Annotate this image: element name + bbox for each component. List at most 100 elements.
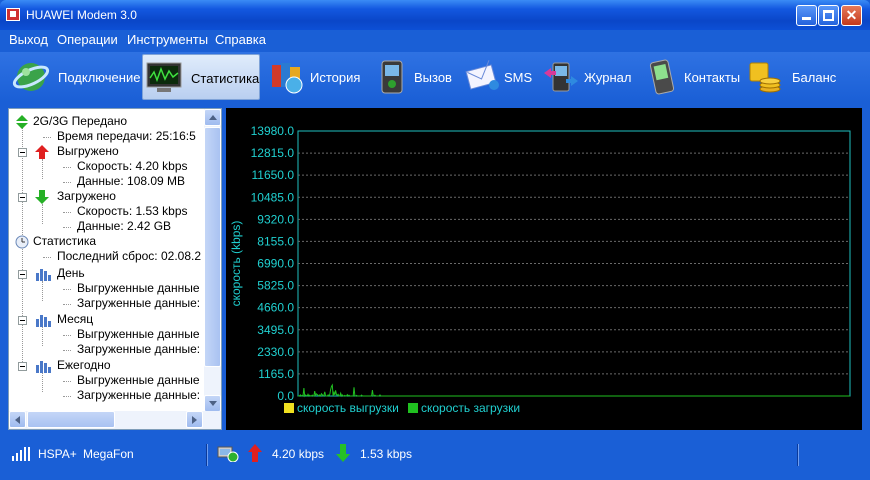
connection-status-icon: [217, 446, 239, 462]
tool-balance-label: Баланс: [792, 70, 837, 85]
scroll-up-arrow-icon[interactable]: [204, 109, 221, 126]
toolbar: Подключение Статистика История Вызов SMS…: [0, 52, 870, 102]
tree-node-down-data: Данные: 2.42 GB: [77, 219, 171, 234]
minimize-button[interactable]: [796, 5, 817, 26]
statistics-monitor-icon: [146, 62, 182, 92]
tool-history-label: История: [310, 70, 361, 85]
tree-label-down-speed: Скорость: 1.53 kbps: [77, 204, 188, 218]
tree-label-day: День: [57, 266, 85, 280]
menu-operations[interactable]: Операции: [57, 32, 118, 47]
tool-log-label: Журнал: [584, 70, 632, 85]
tree-expander-month[interactable]: [18, 316, 27, 325]
menu-bar: Выход Операции Инструменты Справка: [0, 30, 870, 50]
tree-label-downloaded: Загружено: [57, 189, 116, 203]
tree-node-day-up: Выгруженные данные: [77, 281, 200, 296]
y-tick-label: 6990.0: [257, 257, 294, 271]
tree-expander-uploaded[interactable]: [18, 148, 27, 157]
log-phone-arrows-icon: [544, 62, 578, 92]
tree-node-up-speed: Скорость: 4.20 kbps: [77, 159, 188, 174]
tree-expander-yearly[interactable]: [18, 362, 27, 371]
tree-node-month-up: Выгруженные данные: [77, 327, 200, 342]
menu-exit[interactable]: Выход: [9, 32, 48, 47]
tree-node-up-data: Данные: 108.09 MB: [77, 174, 185, 189]
tool-history[interactable]: История: [266, 54, 366, 100]
close-button[interactable]: ✕: [841, 5, 862, 26]
tree-label-up-data: Данные: 108.09 MB: [77, 174, 186, 188]
download-arrow-icon: [336, 444, 350, 462]
tree-node-day-down: Загруженные данные:: [77, 296, 200, 311]
bar-chart-icon: [36, 315, 51, 327]
tool-statistics[interactable]: Статистика: [142, 54, 260, 100]
speed-chart-panel: 13980.0 12815.0 11650.0 10485.0 9320.0 8155.0…: [226, 108, 862, 430]
history-books-icon: [272, 63, 303, 94]
tree-node-year-down: Загруженные данные:: [77, 388, 200, 403]
up-down-arrows-icon: [16, 115, 28, 129]
legend-label: скорость загрузки: [421, 401, 520, 415]
y-tick-label: 4660.0: [257, 301, 294, 315]
status-separator: [206, 444, 208, 466]
tree-node-last-reset: Последний сброс: 02.08.2: [57, 249, 201, 264]
statistics-tree-panel: 2G/3G Передано Время передачи: 25:16:5 В…: [8, 108, 222, 430]
bar-chart-icon: [36, 361, 51, 373]
tree-expander-day[interactable]: [18, 270, 27, 279]
y-tick-label: 9320.0: [257, 212, 294, 226]
signal-strength-icon: [12, 447, 30, 461]
tree-label-day-down: Загруженные данные:: [77, 296, 201, 310]
scroll-right-arrow-icon[interactable]: [186, 411, 203, 428]
tree-expander-downloaded[interactable]: [18, 193, 27, 202]
minimize-icon: [802, 17, 811, 20]
upload-arrow-icon: [248, 444, 262, 462]
scroll-left-arrow-icon[interactable]: [9, 411, 26, 428]
horizontal-scroll-thumb[interactable]: [27, 411, 115, 428]
maximize-button[interactable]: [818, 5, 839, 26]
tool-sms-label: SMS: [504, 70, 533, 85]
y-axis-label: скорость (kbps): [229, 221, 243, 307]
tree-label-time: Время передачи: 25:16:5: [57, 129, 196, 143]
tool-call[interactable]: Вызов: [372, 54, 458, 100]
tree-label-up-speed: Скорость: 4.20 kbps: [77, 159, 188, 173]
tool-log[interactable]: Журнал: [540, 54, 636, 100]
call-phone-icon: [381, 60, 403, 94]
series-line-download: [298, 383, 850, 398]
tree-horizontal-scrollbar[interactable]: [9, 411, 221, 429]
maximize-icon: [823, 10, 834, 21]
y-tick-label: 13980.0: [251, 124, 295, 138]
app-icon: [6, 8, 20, 21]
status-download-speed: 1.53 kbps: [360, 447, 413, 461]
menu-help[interactable]: Справка: [215, 32, 266, 47]
clock-icon: [15, 235, 29, 249]
y-tick-label: 11650.0: [252, 168, 295, 182]
tree-label-uploaded: Выгружено: [57, 144, 119, 158]
tree-node-month-down: Загруженные данные:: [77, 342, 200, 357]
tool-connection-label: Подключение: [58, 70, 141, 85]
network-type: HSPA+: [38, 447, 77, 461]
tool-balance[interactable]: Баланс: [744, 54, 844, 100]
status-bar: HSPA+ MegaFon 4.20 kbps 1.53 kbps: [0, 436, 870, 480]
vertical-scroll-thumb[interactable]: [204, 127, 221, 367]
tool-connection[interactable]: Подключение: [10, 54, 140, 100]
tree-label-year-down: Загруженные данные:: [77, 388, 201, 402]
download-arrow-icon: [35, 190, 49, 204]
y-tick-label: 12815.0: [251, 146, 295, 160]
legend-swatch: [284, 403, 294, 413]
tree-label-day-up: Выгруженные данные: [77, 281, 200, 295]
balance-coins-icon: [749, 62, 781, 93]
tree-label-month-down: Загруженные данные:: [77, 342, 201, 356]
status-separator: [797, 444, 799, 466]
window-title: HUAWEI Modem 3.0: [26, 8, 137, 22]
scroll-down-arrow-icon[interactable]: [204, 395, 221, 412]
bar-chart-icon: [36, 269, 51, 281]
tool-contacts-label: Контакты: [684, 70, 741, 85]
menu-tools[interactable]: Инструменты: [127, 32, 208, 47]
tree-label-month: Месяц: [57, 312, 94, 326]
title-bar: HUAWEI Modem 3.0 ✕: [0, 0, 870, 30]
tool-sms[interactable]: SMS: [462, 54, 534, 100]
tool-contacts[interactable]: Контакты: [642, 54, 741, 100]
close-icon: ✕: [845, 7, 858, 23]
tree-label-statistics: Статистика: [33, 234, 97, 248]
legend-swatch: [408, 403, 418, 413]
tree-node-down-speed: Скорость: 1.53 kbps: [77, 204, 188, 219]
y-tick-label: 0.0: [277, 389, 294, 403]
tree-label-yearly: Ежегодно: [57, 358, 111, 372]
tree-vertical-scrollbar[interactable]: [204, 109, 221, 412]
